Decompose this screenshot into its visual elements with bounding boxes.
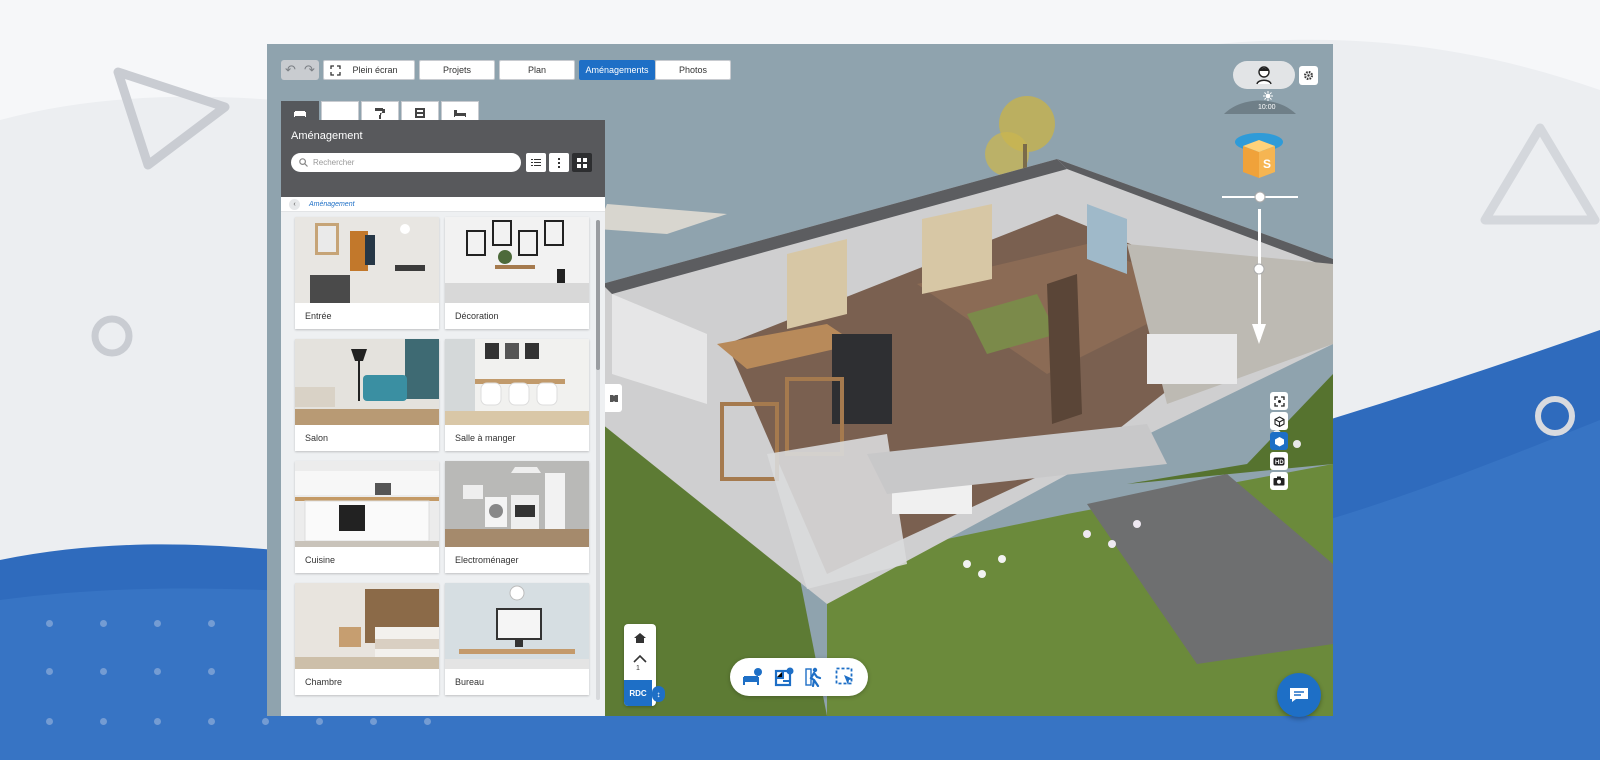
focus-icon [1273,395,1285,407]
recenter-button[interactable] [1270,392,1288,410]
book-icon [609,395,618,402]
sofa-person-icon [743,668,763,685]
category-label: Salle à manger [455,433,516,443]
view-tools: HD [1270,392,1288,492]
floor-rdc-button[interactable]: RDC [624,680,652,706]
breadcrumb: ‹ Aménagement [281,197,605,212]
settings-button[interactable] [1299,66,1318,85]
hd-icon: HD [1273,457,1285,466]
floorplan-icon [774,667,794,687]
compass-cube-icon[interactable]: S [1231,132,1287,180]
mode-toolbar [730,658,868,696]
search-placeholder: Rechercher [313,158,355,167]
category-thumbnail [445,339,589,425]
category-thumbnail [445,461,589,547]
vertical-dots-icon [558,157,560,168]
sofa-icon [294,110,306,117]
collapse-panel-tab[interactable] [605,384,622,412]
category-thumbnail [295,339,439,425]
camera-icon [1273,476,1285,486]
plan-edit-button[interactable] [772,665,796,689]
redo-icon[interactable]: ↷ [304,62,315,78]
category-card-bureau[interactable]: Bureau [445,583,589,695]
category-card-salle-a-manger[interactable]: Salle à manger [445,339,589,451]
list-icon [531,159,541,166]
panel-header: Aménagement Rechercher [281,120,605,197]
view-3d-button[interactable] [1270,412,1288,430]
cabinet-icon [415,107,425,118]
panel-scrollbar[interactable] [596,220,600,700]
amenagement-panel: Aménagement Rechercher ‹ Aménagement Ent… [281,120,605,716]
search-icon [299,158,308,167]
floor-arrow-icon[interactable]: ↕ [652,686,665,702]
category-label: Salon [305,433,329,443]
compact-view-button[interactable] [549,153,569,172]
hd-render-button[interactable]: HD [1270,452,1288,470]
floor-selector: 1 RDC ↕ [624,624,665,706]
house-roof-icon[interactable] [633,632,647,644]
category-card-cuisine[interactable]: Cuisine [295,461,439,573]
category-label: Cuisine [305,555,336,565]
chat-button[interactable] [1277,673,1321,717]
paint-roller-icon [375,107,385,119]
category-thumbnail [295,217,439,303]
category-card-chambre[interactable]: Chambre [295,583,439,695]
breadcrumb-item[interactable]: Aménagement [309,201,355,208]
chat-bubble-icon [1290,688,1308,702]
select-cursor-icon [835,667,853,685]
floor-1-label[interactable]: 1 [624,665,652,672]
category-card-electromenager[interactable]: Electroménager [445,461,589,573]
category-thumbnail [295,461,439,547]
tab-plan[interactable]: Plan [499,60,575,80]
cube-outline-icon [1273,415,1285,427]
tab-amenagements[interactable]: Aménagements [579,60,655,80]
category-label: Chambre [305,677,343,687]
cube-solid-icon [1274,436,1284,446]
avatar-icon [1256,66,1272,85]
svg-text:HD: HD [1275,460,1284,466]
panel-title: Aménagement [291,130,363,142]
walking-person-icon [805,667,822,687]
category-label: Entrée [305,311,332,321]
category-label: Bureau [455,677,485,687]
select-mode-button[interactable] [833,665,857,689]
svg-text:S: S [1263,157,1271,171]
scrollbar-thumb[interactable] [596,220,600,370]
undo-icon[interactable]: ↶ [285,62,296,78]
user-avatar-button[interactable] [1233,61,1295,89]
view-solid-button[interactable] [1270,432,1288,450]
category-card-entree[interactable]: Entrée [295,217,439,329]
time-label: 10:00 [1258,104,1276,111]
furnish-mode-button[interactable] [741,665,765,689]
grid-view-button[interactable] [572,153,592,172]
fullscreen-icon [330,65,341,76]
tab-photos[interactable]: Photos [655,60,731,80]
category-card-salon[interactable]: Salon [295,339,439,451]
gear-icon [1303,70,1314,81]
category-thumbnail [295,583,439,669]
bed-icon [454,109,466,117]
floor-up-icon[interactable] [633,654,647,664]
fullscreen-label: Plein écran [352,65,398,75]
category-card-decoration[interactable]: Décoration [445,217,589,329]
search-input[interactable]: Rechercher [291,153,521,172]
category-thumbnail [445,217,589,303]
undo-redo-group: ↶ ↷ [281,60,319,80]
sun-icon[interactable] [1263,91,1273,101]
tab-projets[interactable]: Projets [419,60,495,80]
screenshot-button[interactable] [1270,472,1288,490]
list-view-button[interactable] [526,153,546,172]
walk-mode-button[interactable] [802,665,826,689]
category-label: Electroménager [455,555,519,565]
app-window: ↶ ↷ Plein écran Projets Plan Aménagement… [267,44,1333,716]
fullscreen-button[interactable]: Plein écran [323,60,415,80]
category-label: Décoration [455,311,499,321]
grid-icon [577,157,587,168]
back-chevron-icon[interactable]: ‹ [289,199,300,210]
category-thumbnail [445,583,589,669]
zoom-slider[interactable] [1220,189,1300,349]
